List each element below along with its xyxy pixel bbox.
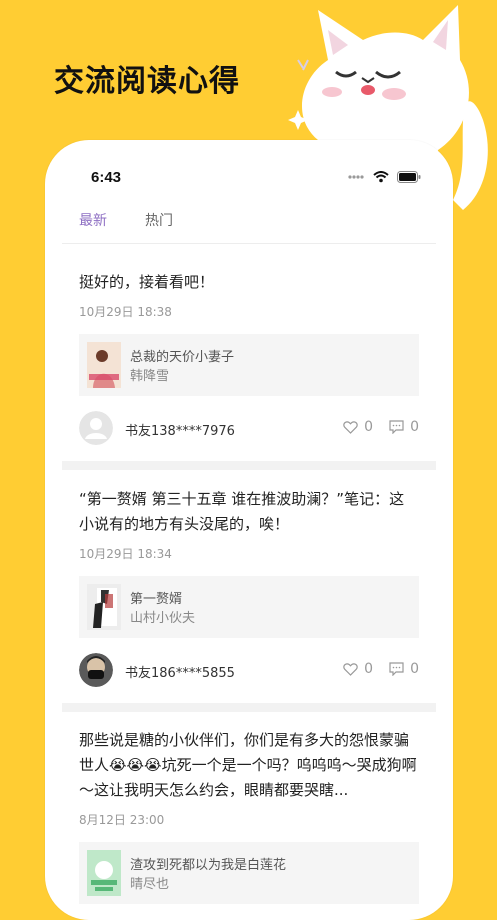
- status-bar: 6:43: [45, 140, 453, 210]
- post-footer: 书友138****7976 0 0: [79, 396, 419, 456]
- post-item: 那些说是糖的小伙伴们，你们是有多大的怨恨蒙骗世人😭😭😭坑死一个是一个吗？呜呜呜～…: [45, 712, 453, 904]
- post-text: 挺好的，接着看吧！: [79, 273, 215, 291]
- like-count: 0: [364, 419, 374, 435]
- comment-count: 0: [410, 661, 419, 677]
- post-item: “第一赘婿 第三十五章 谁在推波助澜？”笔记：这小说有的地方有头没尾的，唉！ 1…: [45, 470, 453, 698]
- post-actions: 0 0: [343, 419, 419, 435]
- book-card[interactable]: 渣攻到死都以为我是白莲花 晴尽也: [79, 842, 419, 904]
- post-footer: 书友186****5855 0 0: [79, 638, 419, 698]
- like-count: 0: [364, 661, 374, 677]
- avatar[interactable]: [79, 653, 113, 687]
- user-name[interactable]: 书友186****5855: [125, 662, 235, 681]
- tab-bar: 最新 热门: [45, 206, 453, 244]
- like-button[interactable]: 0: [343, 419, 373, 435]
- book-author: 山村小伙夫: [130, 611, 196, 626]
- post-text: 那些说是糖的小伙伴们，你们是有多大的怨恨蒙骗世人😭😭😭坑死一个是一个吗？呜呜呜～…: [79, 731, 417, 799]
- tab-latest[interactable]: 最新: [79, 210, 107, 230]
- promo-title: 交流阅读心得: [54, 64, 240, 99]
- status-icons: [347, 171, 421, 183]
- post-date: 8月12日 23:00: [79, 813, 165, 827]
- comment-icon: [389, 662, 404, 676]
- book-author: 韩降雪: [130, 369, 170, 384]
- book-title: 总裁的天价小妻子: [130, 350, 235, 365]
- book-card[interactable]: 第一赘婿 山村小伙夫: [79, 576, 419, 638]
- book-cover: [87, 342, 121, 388]
- comment-feed: 挺好的，接着看吧！ 10月29日 18:38 总裁的天价小妻子 韩降雪 书友13…: [45, 244, 453, 904]
- battery-icon: [397, 171, 421, 183]
- phone-frame: 6:43 最新 热门 挺好的，接着看吧！ 10月29日 18:38 总裁的天价小…: [45, 140, 453, 920]
- post-date: 10月29日 18:38: [79, 305, 172, 319]
- tab-hot[interactable]: 热门: [145, 210, 173, 230]
- section-separator: [62, 703, 436, 712]
- post-item: 挺好的，接着看吧！ 10月29日 18:38 总裁的天价小妻子 韩降雪 书友13…: [45, 244, 453, 456]
- heart-icon: [343, 662, 358, 676]
- comment-icon: [389, 420, 404, 434]
- comment-count: 0: [410, 419, 419, 435]
- post-text: “第一赘婿 第三十五章 谁在推波助澜？”笔记：这小说有的地方有头没尾的，唉！: [79, 490, 405, 533]
- section-separator: [62, 461, 436, 470]
- post-date: 10月29日 18:34: [79, 547, 172, 561]
- heart-icon: [343, 420, 358, 434]
- book-title: 第一赘婿: [130, 592, 183, 607]
- signal-icon: [348, 175, 364, 179]
- user-name[interactable]: 书友138****7976: [125, 420, 235, 439]
- book-cover: [87, 584, 121, 630]
- wifi-icon: [373, 171, 389, 183]
- avatar[interactable]: [79, 411, 113, 445]
- comment-button[interactable]: 0: [389, 661, 419, 677]
- book-cover: [87, 850, 121, 896]
- book-title: 渣攻到死都以为我是白莲花: [130, 858, 287, 873]
- status-time: 6:43: [91, 169, 122, 186]
- book-card[interactable]: 总裁的天价小妻子 韩降雪: [79, 334, 419, 396]
- post-actions: 0 0: [343, 661, 419, 677]
- like-button[interactable]: 0: [343, 661, 373, 677]
- comment-button[interactable]: 0: [389, 419, 419, 435]
